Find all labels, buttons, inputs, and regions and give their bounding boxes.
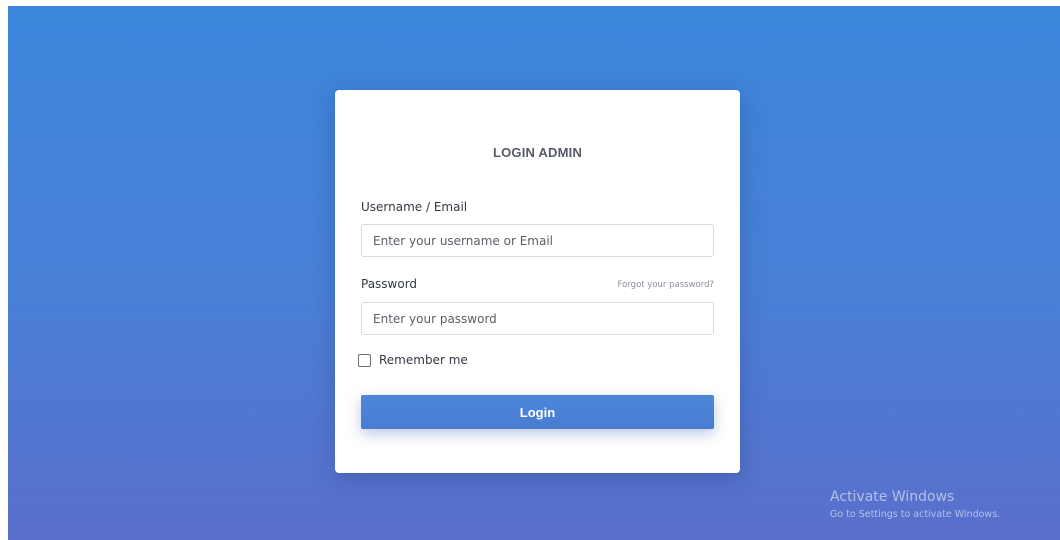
- login-title: LOGIN ADMIN: [492, 145, 583, 160]
- password-label: Password: [361, 277, 418, 291]
- watermark-subtitle: Go to Settings to activate Windows.: [830, 509, 1001, 520]
- remember-me-option[interactable]: Remember me: [358, 353, 468, 367]
- login-button[interactable]: Login: [361, 395, 714, 429]
- login-page-background: LOGIN ADMIN Username / Email Password Fo…: [8, 6, 1060, 540]
- remember-me-checkbox[interactable]: [358, 353, 371, 367]
- activate-windows-watermark: Activate Windows Go to Settings to activ…: [830, 488, 1000, 522]
- forgot-password-link[interactable]: Forgot your password?: [618, 280, 714, 290]
- watermark-title: Activate Windows: [830, 489, 955, 505]
- remember-me-label: Remember me: [379, 353, 468, 367]
- username-label: Username / Email: [361, 200, 468, 214]
- login-card: LOGIN ADMIN Username / Email Password Fo…: [335, 90, 740, 473]
- username-input[interactable]: [361, 224, 714, 257]
- password-input[interactable]: [361, 302, 714, 335]
